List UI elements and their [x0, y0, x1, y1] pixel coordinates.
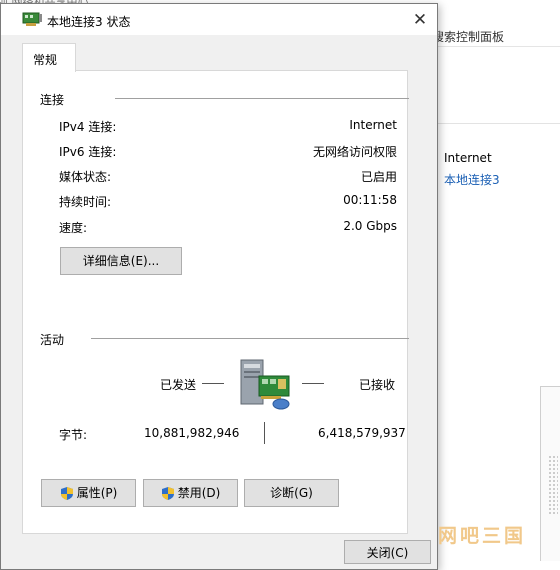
computer-network-icon [240, 359, 290, 410]
disable-button[interactable]: 禁用(D) [143, 479, 238, 507]
sent-label: 已发送 [160, 378, 197, 392]
background-divider [438, 123, 560, 124]
status-dialog: 本地连接3 状态 ✕ 常规 连接 IPv4 连接: Internet IPv6 … [0, 3, 438, 570]
watermark: 网吧三国 [438, 525, 527, 547]
bytes-received-value: 6,418,579,937 [318, 426, 406, 440]
tab-panel [22, 70, 408, 534]
speed-value: 2.0 Gbps [343, 219, 397, 233]
media-state-label: 媒体状态: [59, 170, 112, 184]
duration-label: 持续时间: [59, 195, 112, 209]
ipv4-label: IPv4 连接: [59, 120, 117, 134]
bytes-sent-value: 10,881,982,946 [144, 426, 240, 440]
group-divider [115, 98, 409, 99]
bytes-label: 字节: [59, 428, 88, 442]
received-label: 已接收 [359, 378, 396, 392]
close-button[interactable]: 关闭(C) [344, 540, 431, 564]
speed-label: 速度: [59, 221, 88, 235]
received-dash [302, 383, 324, 384]
background-network-type: Internet [444, 151, 492, 165]
tab-label: 常规 [33, 53, 58, 67]
activity-group-label: 活动 [40, 333, 65, 347]
network-adapter-icon [22, 12, 42, 26]
background-pattern [548, 455, 558, 515]
media-state-value: 已启用 [360, 170, 397, 184]
background-search-box[interactable]: 搜索控制面板 [432, 28, 504, 45]
properties-label: 属性(P) [76, 486, 118, 500]
tab-general[interactable]: 常规 [22, 43, 76, 72]
background-network-link[interactable]: 本地连接3 [444, 171, 500, 188]
group-divider [91, 338, 409, 339]
dialog-titlebar[interactable]: 本地连接3 状态 ✕ [1, 4, 437, 35]
uac-shield-icon [60, 487, 73, 500]
close-icon[interactable]: ✕ [407, 8, 433, 32]
duration-value: 00:11:58 [343, 193, 397, 207]
ipv6-label: IPv6 连接: [59, 145, 117, 159]
sent-dash [202, 383, 224, 384]
ipv4-value: Internet [349, 118, 397, 132]
ipv6-value: 无网络访问权限 [312, 145, 397, 159]
diagnose-button[interactable]: 诊断(G) [244, 479, 339, 507]
properties-button[interactable]: 属性(P) [41, 479, 136, 507]
disable-label: 禁用(D) [177, 486, 221, 500]
details-button[interactable]: 详细信息(E)... [60, 247, 182, 275]
uac-shield-icon [161, 487, 174, 500]
dialog-title: 本地连接3 状态 [47, 15, 131, 29]
bytes-separator [264, 422, 265, 444]
connection-group-label: 连接 [40, 93, 65, 107]
